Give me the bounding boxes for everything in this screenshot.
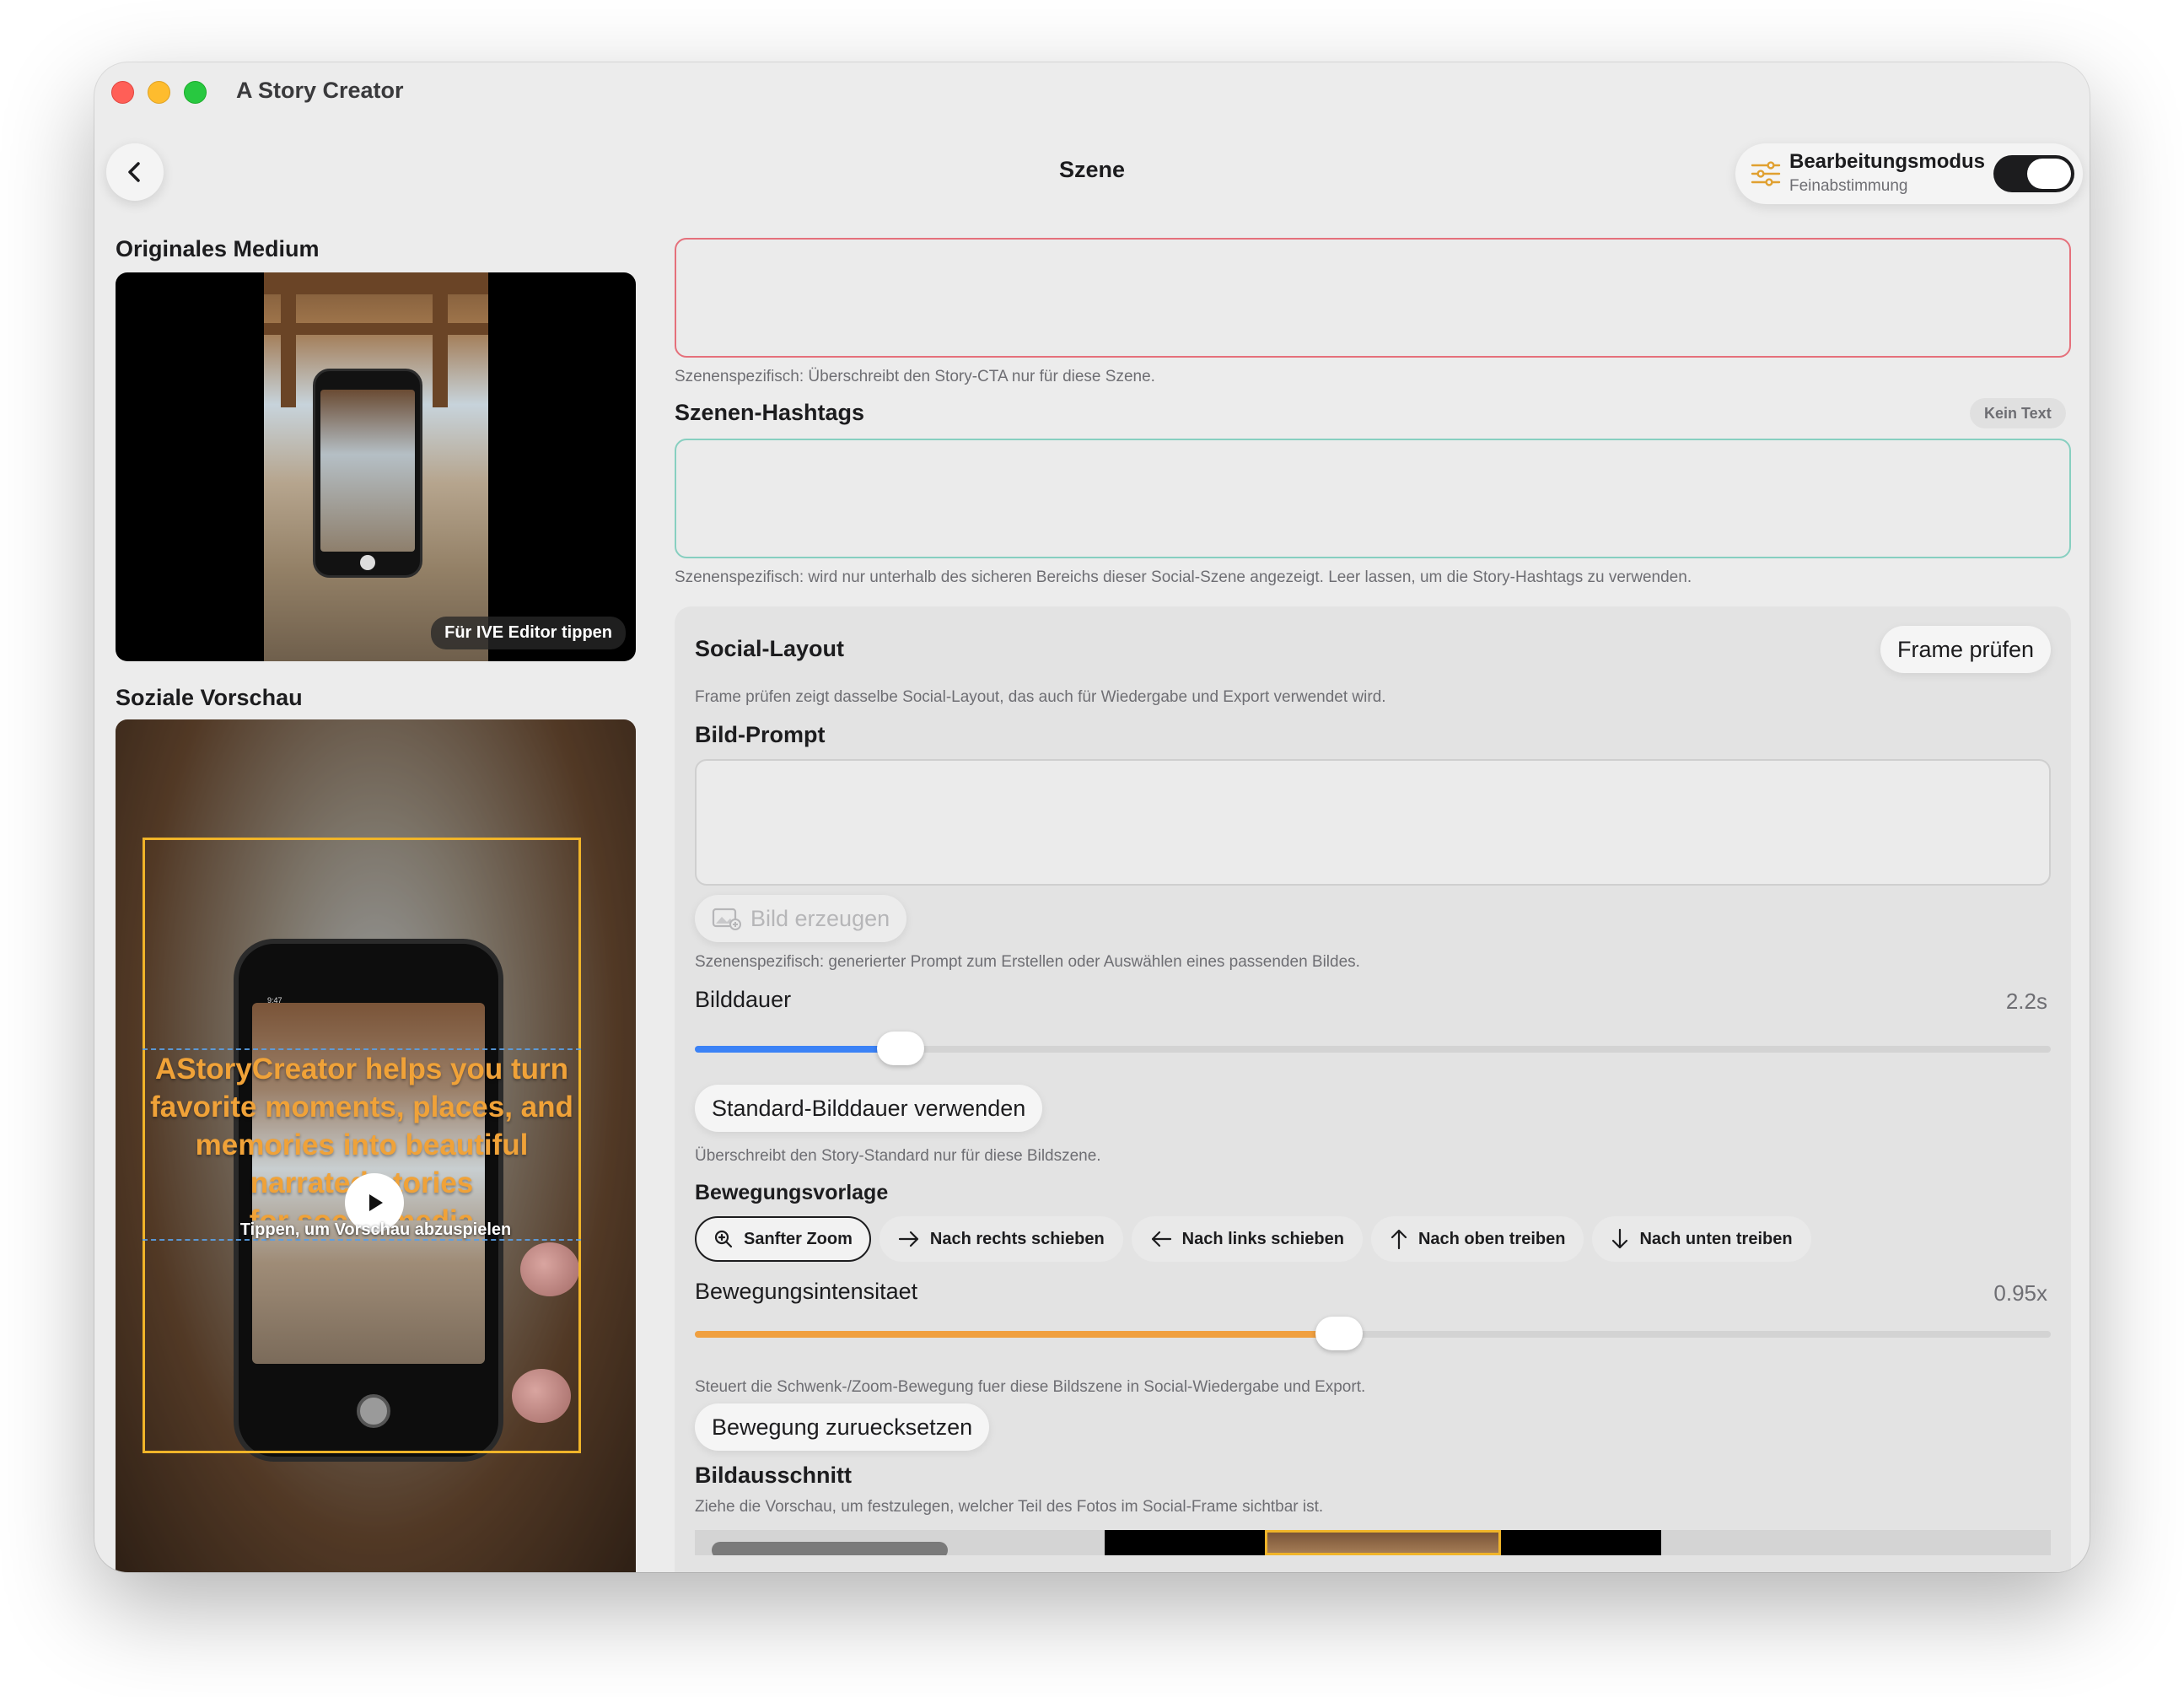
phone-image <box>313 369 422 578</box>
zoom-icon <box>713 1229 734 1249</box>
close-window-button[interactable] <box>111 81 134 104</box>
image-prompt-input[interactable] <box>695 759 2051 886</box>
motion-preset-chip[interactable]: Nach links schieben <box>1131 1216 1363 1262</box>
edit-mode-label: Bearbeitungsmodus <box>1789 150 1986 173</box>
intensity-label: Bewegungsintensitaet <box>695 1279 918 1304</box>
image-prompt-label: Bild-Prompt <box>695 722 826 747</box>
intensity-slider-fill <box>695 1331 1339 1338</box>
motion-preset-label: Nach oben treiben <box>1417 1229 1566 1248</box>
minimize-window-button[interactable] <box>148 81 170 104</box>
social-layout-title: Social-Layout <box>695 636 845 661</box>
crop-label: Bildausschnitt <box>695 1463 853 1488</box>
default-duration-button[interactable]: Standard-Bilddauer verwenden <box>695 1085 1043 1132</box>
cta-hint: Szenenspezifisch: Überschreibt den Story… <box>675 368 1155 385</box>
motion-preset-chip[interactable]: Nach oben treiben <box>1370 1216 1584 1262</box>
social-layout-hint: Frame prüfen zeigt dasselbe Social-Layou… <box>695 688 1386 706</box>
hashtags-hint: Szenenspezifisch: wird nur unterhalb des… <box>675 568 1692 586</box>
social-preview-label: Soziale Vorschau <box>116 685 303 710</box>
crop-preview[interactable] <box>695 1530 2051 1555</box>
generate-image-button[interactable]: Bild erzeugen <box>695 895 907 942</box>
motion-preset-chip[interactable]: Sanfter Zoom <box>695 1216 871 1262</box>
prompt-hint: Szenenspezifisch: generierter Prompt zum… <box>695 953 1360 971</box>
edit-mode-sublabel: Feinabstimmung <box>1789 177 1908 195</box>
crop-window[interactable] <box>1265 1530 1501 1555</box>
image-add-icon <box>712 908 741 930</box>
title-bar: A Story Creator <box>94 62 2090 121</box>
crop-hint: Ziehe die Vorschau, um festzulegen, welc… <box>695 1498 1324 1516</box>
intensity-slider-thumb[interactable] <box>1315 1317 1363 1350</box>
motion-preset-label: Sanfter Zoom <box>744 1229 853 1248</box>
app-title: A Story Creator <box>236 78 404 103</box>
intensity-hint: Steuert die Schwenk-/Zoom-Bewegung fuer … <box>695 1378 1366 1396</box>
motion-preset-list: Sanfter Zoom Nach rechts schieben Nach lin… <box>695 1216 1811 1262</box>
arrow-up-icon <box>1390 1228 1408 1250</box>
duration-slider-fill <box>695 1046 901 1053</box>
motion-preset-label: Nach unten treiben <box>1639 1229 1793 1248</box>
intensity-value: 0.95x <box>1993 1280 2047 1306</box>
intensity-slider[interactable] <box>695 1317 2051 1350</box>
check-frame-button[interactable]: Frame prüfen <box>1880 626 2052 673</box>
duration-value: 2.2s <box>2005 989 2047 1014</box>
duration-label: Bilddauer <box>695 987 792 1012</box>
motion-preset-label: Nach rechts schieben <box>929 1229 1105 1248</box>
play-icon <box>369 1194 383 1211</box>
motion-preset-chip[interactable]: Nach rechts schieben <box>879 1216 1123 1262</box>
zoom-window-button[interactable] <box>184 81 207 104</box>
ive-editor-tag[interactable]: Für IVE Editor tippen <box>431 617 626 649</box>
duration-slider-thumb[interactable] <box>877 1032 925 1065</box>
tap-to-play-hint: Tippen, um Vorschau abzuspielen <box>239 1220 512 1239</box>
arrow-right-icon <box>898 1230 920 1248</box>
generate-image-label: Bild erzeugen <box>750 906 890 931</box>
arrow-down-icon <box>1611 1228 1629 1250</box>
original-media-preview[interactable]: Für IVE Editor tippen <box>116 272 636 661</box>
app-window: A Story Creator Szene Bearbeitungsmodus … <box>94 62 2090 1572</box>
toggle-knob <box>2027 159 2071 189</box>
motion-preset-label: Bewegungsvorlage <box>695 1181 889 1204</box>
duration-slider[interactable] <box>695 1032 2051 1065</box>
sliders-icon <box>1751 161 1781 186</box>
motion-preset-chip[interactable]: Nach unten treiben <box>1592 1216 1811 1262</box>
edit-mode-toggle[interactable] <box>1993 155 2074 192</box>
crop-toolbar <box>712 1542 948 1555</box>
arrow-left-icon <box>1150 1230 1172 1248</box>
scene-hashtags-input[interactable] <box>675 439 2071 558</box>
duration-hint: Überschreibt den Story-Standard nur für … <box>695 1147 1101 1165</box>
original-media-label: Originales Medium <box>116 236 320 261</box>
reset-motion-button[interactable]: Bewegung zuruecksetzen <box>695 1403 990 1451</box>
hashtags-label: Szenen-Hashtags <box>675 400 865 425</box>
social-preview[interactable]: 9:47 AStoryCreator helps you turn favori… <box>116 719 636 1572</box>
scene-cta-input[interactable] <box>675 238 2071 358</box>
motion-preset-label: Nach links schieben <box>1181 1229 1344 1248</box>
no-text-badge: Kein Text <box>1970 398 2066 428</box>
